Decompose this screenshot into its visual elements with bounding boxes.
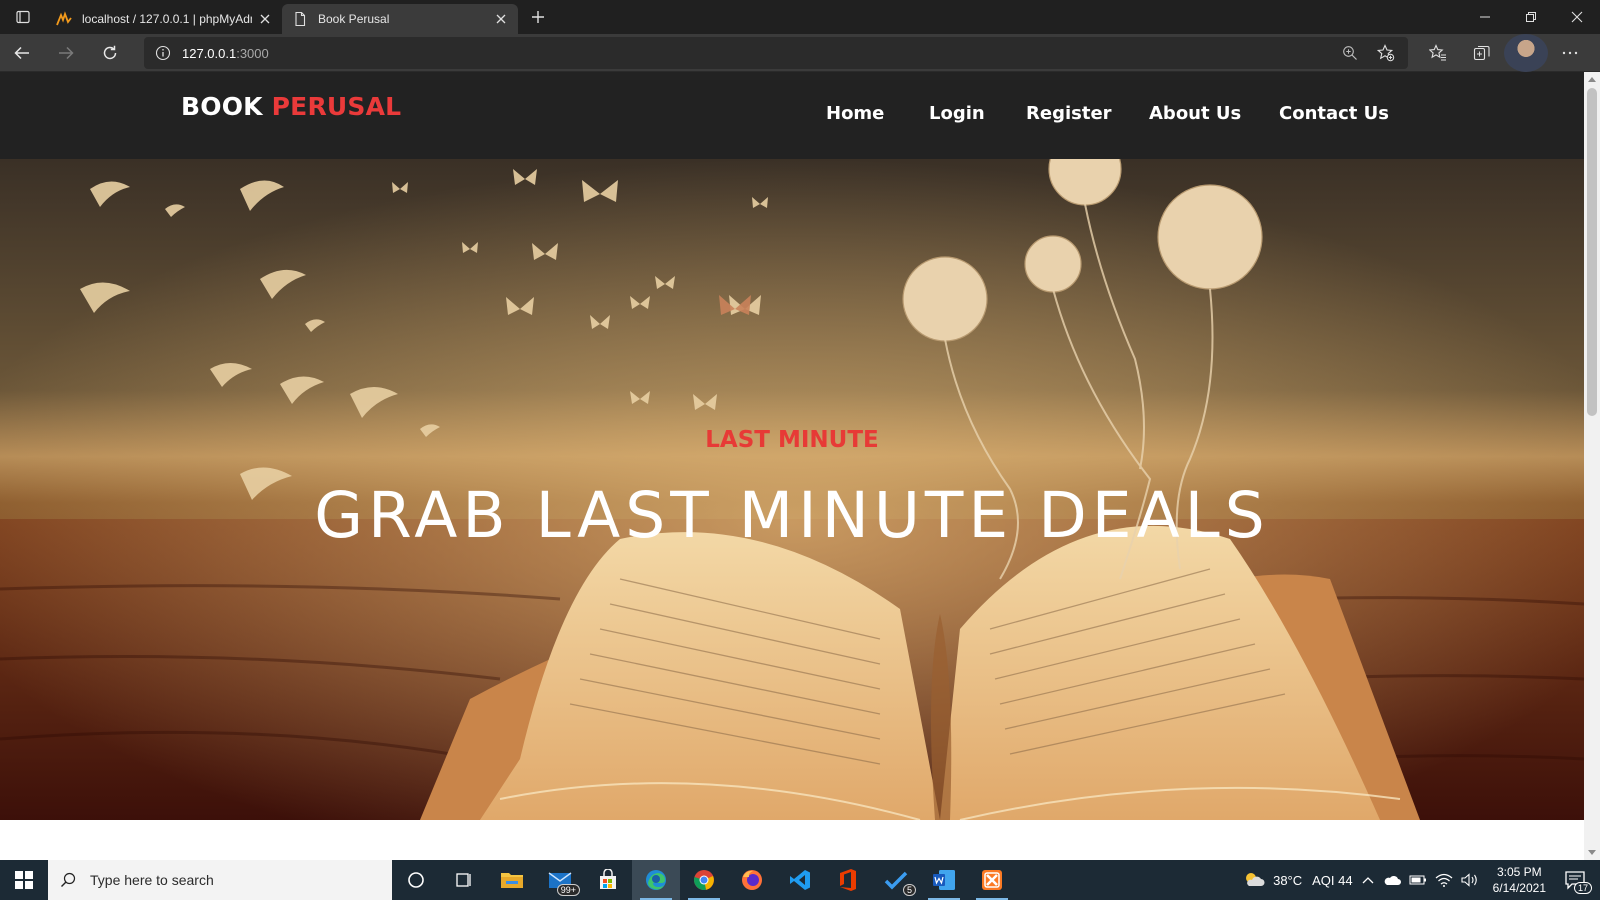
page-scrollbar[interactable]	[1584, 72, 1600, 860]
start-button[interactable]	[0, 860, 48, 900]
weather-aqi: AQI 44	[1312, 872, 1353, 888]
settings-more-icon[interactable]	[1548, 34, 1592, 72]
add-favorite-icon[interactable]	[1368, 44, 1404, 62]
plus-icon	[532, 11, 544, 23]
tab-book-perusal[interactable]: Book Perusal	[282, 4, 518, 34]
taskbar-search[interactable]: Type here to search	[48, 860, 392, 900]
url-text[interactable]: 127.0.0.1:3000	[182, 46, 269, 61]
refresh-button[interactable]	[88, 34, 132, 72]
search-placeholder: Type here to search	[90, 872, 214, 888]
url-host: 127.0.0.1	[182, 45, 237, 61]
address-bar[interactable]: 127.0.0.1:3000	[144, 37, 1408, 69]
windows-logo-icon	[15, 871, 33, 889]
taskbar-edge[interactable]	[632, 860, 680, 900]
xampp-icon	[982, 870, 1002, 890]
word-icon	[933, 870, 955, 890]
hero-title: GRAB LAST MINUTE DEALS	[314, 479, 1270, 552]
scroll-down-arrow-icon[interactable]	[1584, 846, 1600, 860]
nav-home[interactable]: Home	[826, 103, 884, 124]
refresh-icon	[103, 45, 117, 59]
taskbar-xampp[interactable]	[968, 860, 1016, 900]
back-button[interactable]	[0, 34, 44, 72]
nav-contact-us[interactable]: Contact Us	[1279, 103, 1389, 124]
chrome-icon	[694, 870, 714, 890]
tab-phpmyadmin[interactable]: localhost / 127.0.0.1 | phpMyAdmin	[46, 4, 282, 34]
profile-avatar[interactable]	[1504, 34, 1548, 72]
folder-icon	[501, 873, 523, 888]
battery-icon[interactable]	[1405, 860, 1431, 900]
taskbar-vscode[interactable]	[776, 860, 824, 900]
chevron-up-icon	[1362, 877, 1374, 884]
taskbar-todo[interactable]: 5	[872, 860, 920, 900]
page-viewport: BOOK PERUSAL Home Login Register About U…	[0, 72, 1584, 860]
tab-actions-icon[interactable]	[0, 0, 46, 34]
taskbar-office[interactable]	[824, 860, 872, 900]
taskbar-chrome[interactable]	[680, 860, 728, 900]
store-icon	[600, 869, 616, 889]
cortana-button[interactable]	[392, 860, 440, 900]
zoom-icon[interactable]	[1332, 45, 1368, 61]
nav-about-us[interactable]: About Us	[1149, 103, 1241, 124]
new-tab-button[interactable]	[522, 2, 554, 32]
page-icon	[295, 11, 306, 27]
windows-taskbar: Type here to search 99+ 5 38°C AQI 44 3:…	[0, 860, 1600, 900]
restore-button[interactable]	[1508, 0, 1554, 34]
taskbar-clock[interactable]: 3:05 PM 6/14/2021	[1483, 860, 1556, 900]
close-tab-icon[interactable]	[494, 12, 508, 26]
arrow-right-icon	[59, 46, 74, 59]
nav-register[interactable]: Register	[1026, 103, 1112, 124]
hero-carousel: LAST MINUTE GRAB LAST MINUTE DEALS	[0, 159, 1584, 820]
mail-badge: 99+	[556, 884, 580, 896]
show-hidden-icons-button[interactable]	[1357, 860, 1379, 900]
taskbar-firefox[interactable]	[728, 860, 776, 900]
clock-date: 6/14/2021	[1492, 881, 1546, 895]
tab-title: localhost / 127.0.0.1 | phpMyAdmin	[82, 12, 252, 26]
site-info-icon[interactable]	[144, 45, 182, 61]
task-view-button[interactable]	[440, 860, 488, 900]
office-icon	[840, 869, 856, 891]
tab-title: Book Perusal	[318, 12, 390, 26]
scroll-up-arrow-icon[interactable]	[1584, 72, 1600, 86]
scrollbar-thumb[interactable]	[1587, 88, 1597, 416]
close-window-button[interactable]	[1554, 0, 1600, 34]
phpmyadmin-icon	[56, 11, 72, 26]
vscode-icon	[790, 870, 810, 890]
hero-kicker: LAST MINUTE	[705, 427, 879, 453]
taskbar-mail[interactable]: 99+	[536, 860, 584, 900]
minimize-button[interactable]	[1462, 0, 1508, 34]
system-tray: 38°C AQI 44 3:05 PM 6/14/2021 17	[1239, 860, 1600, 900]
browser-tab-strip: localhost / 127.0.0.1 | phpMyAdmin Book …	[0, 0, 1600, 34]
task-view-icon	[456, 873, 471, 887]
onedrive-icon[interactable]	[1379, 860, 1405, 900]
avatar	[1504, 34, 1548, 72]
weather-widget[interactable]: 38°C AQI 44	[1239, 860, 1357, 900]
wifi-icon[interactable]	[1431, 860, 1457, 900]
weather-temp: 38°C	[1273, 872, 1303, 888]
todo-badge: 5	[902, 884, 916, 896]
taskbar-word[interactable]	[920, 860, 968, 900]
favorites-icon[interactable]	[1416, 34, 1460, 72]
forward-button[interactable]	[44, 34, 88, 72]
cortana-icon	[408, 872, 424, 888]
collections-icon[interactable]	[1460, 34, 1504, 72]
taskbar-store[interactable]	[584, 860, 632, 900]
close-tab-icon[interactable]	[258, 12, 272, 26]
site-navbar: BOOK PERUSAL Home Login Register About U…	[0, 72, 1584, 159]
weather-sun-cloud-icon	[1246, 873, 1265, 886]
notification-center-button[interactable]: 17	[1556, 860, 1600, 900]
taskbar-file-explorer[interactable]	[488, 860, 536, 900]
firefox-icon	[742, 870, 762, 890]
search-icon	[61, 872, 76, 887]
notification-badge: 17	[1573, 882, 1592, 894]
clock-time: 3:05 PM	[1496, 865, 1542, 879]
volume-icon[interactable]	[1457, 860, 1483, 900]
browser-toolbar: 127.0.0.1:3000	[0, 34, 1600, 72]
edge-icon	[646, 870, 666, 890]
nav-login[interactable]: Login	[929, 103, 985, 124]
main-nav: Home Login Register About Us Contact Us	[0, 103, 1584, 133]
url-port: :3000	[236, 45, 269, 61]
arrow-left-icon	[14, 46, 29, 59]
